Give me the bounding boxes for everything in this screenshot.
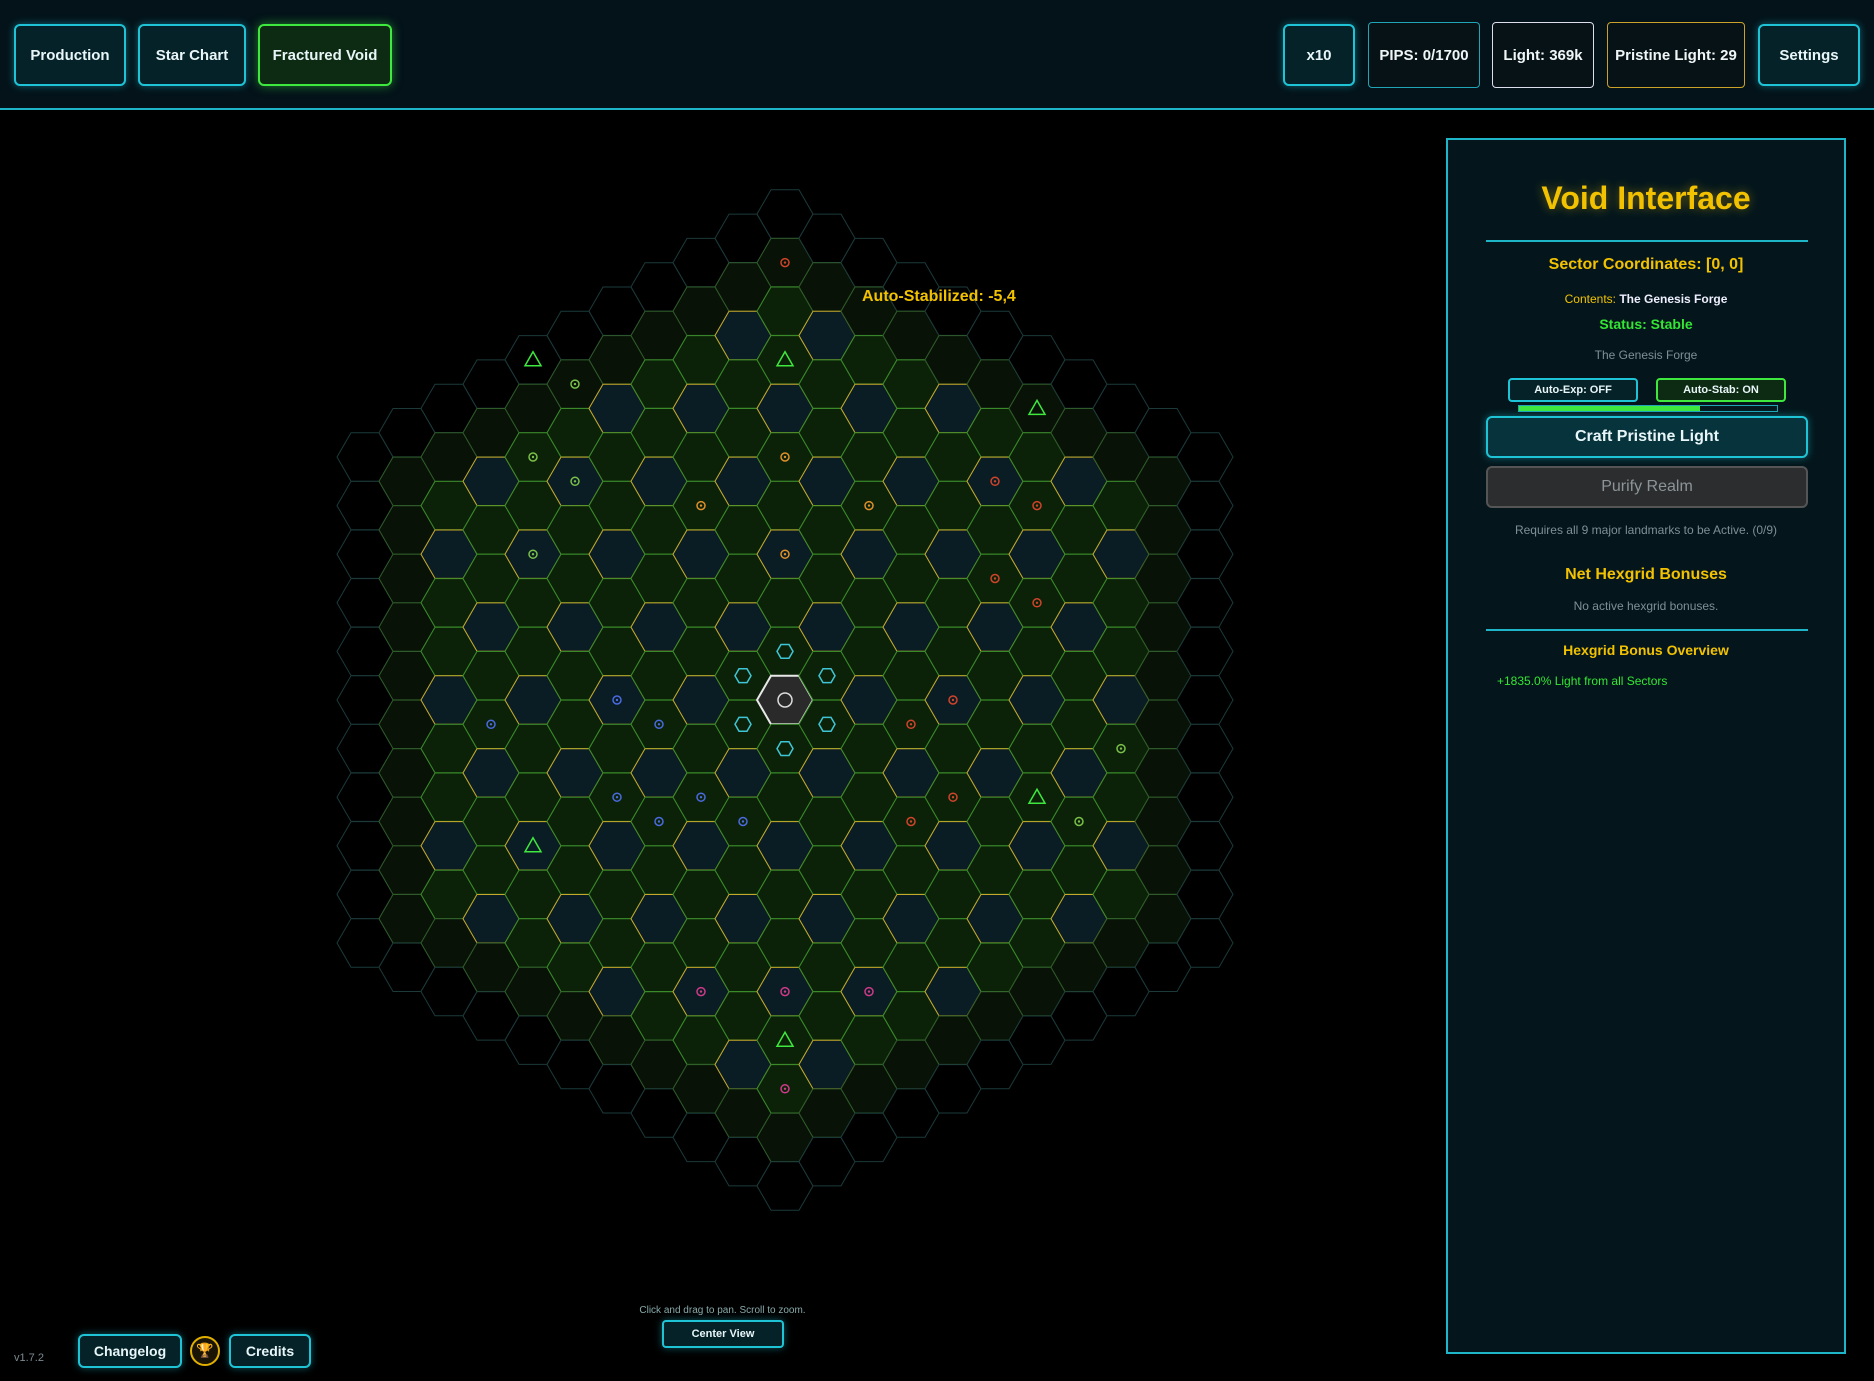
swirl-icon-core xyxy=(573,480,577,483)
swirl-icon-core xyxy=(783,1087,787,1090)
void-map[interactable]: Auto-Stabilized: -5,4 Click and drag to … xyxy=(0,110,1440,1381)
trophy-icon: 🏆 xyxy=(196,1343,214,1359)
purify-realm-button[interactable]: Purify Realm xyxy=(1486,466,1808,508)
swirl-icon-core xyxy=(741,820,745,823)
production-tab[interactable]: Production xyxy=(14,24,126,86)
swirl-icon-core xyxy=(951,796,955,799)
auto-stabilized-tooltip: Auto-Stabilized: -5,4 xyxy=(862,288,1016,305)
swirl-icon-core xyxy=(489,723,493,726)
net-bonuses-title: Net Hexgrid Bonuses xyxy=(1565,566,1727,583)
panel-title: Void Interface xyxy=(1541,180,1751,216)
swirl-icon-core xyxy=(783,553,787,556)
map-hint: Click and drag to pan. Scroll to zoom. xyxy=(639,1305,806,1316)
swirl-icon-core xyxy=(531,455,535,459)
swirl-icon-core xyxy=(1077,820,1081,823)
swirl-icon-core xyxy=(657,820,661,823)
swirl-icon-core xyxy=(993,480,997,483)
net-bonuses-none: No active hexgrid bonuses. xyxy=(1573,599,1719,613)
swirl-icon-core xyxy=(531,553,535,556)
swirl-icon-core xyxy=(657,723,661,726)
swirl-icon-core xyxy=(573,382,577,386)
swirl-icon-core xyxy=(699,504,703,507)
bonus-overview-title: Hexgrid Bonus Overview xyxy=(1563,642,1729,658)
auto-stab-toggle[interactable]: Auto-Stab: ON xyxy=(1656,378,1786,402)
swirl-icon-core xyxy=(1035,504,1039,507)
multiplier-button[interactable]: x10 xyxy=(1283,24,1355,86)
sector-contents: Contents: The Genesis Forge xyxy=(1448,292,1844,306)
sector-coordinates: Sector Coordinates: [0, 0] xyxy=(1548,256,1744,273)
bonus-overview-item: +1835.0% Light from all Sectors xyxy=(1497,674,1668,688)
swirl-icon-core xyxy=(783,455,787,459)
void-interface-panel: Void Interface Sector Coordinates: [0, 0… xyxy=(1446,138,1846,1354)
swirl-icon-core xyxy=(699,990,703,993)
swirl-icon-core xyxy=(951,698,955,702)
purify-requirement: Requires all 9 major landmarks to be Act… xyxy=(1514,523,1778,537)
divider xyxy=(1486,240,1808,242)
star-chart-tab[interactable]: Star Chart xyxy=(138,24,246,86)
swirl-icon-core xyxy=(615,698,619,702)
swirl-icon-core xyxy=(783,990,787,993)
sector-description: The Genesis Forge xyxy=(1594,348,1698,362)
pristine-light-counter: Pristine Light: 29 xyxy=(1607,22,1745,88)
divider xyxy=(1486,629,1808,631)
fractured-void-tab[interactable]: Fractured Void xyxy=(258,24,392,86)
stabilization-progress-fill xyxy=(1519,406,1700,411)
swirl-icon-core xyxy=(1035,601,1039,604)
credits-button[interactable]: Credits xyxy=(229,1334,311,1368)
auto-exp-toggle[interactable]: Auto-Exp: OFF xyxy=(1508,378,1638,402)
contents-label: Contents: xyxy=(1564,292,1616,306)
settings-button[interactable]: Settings xyxy=(1758,24,1860,86)
swirl-icon-core xyxy=(1119,747,1123,750)
light-counter: Light: 369k xyxy=(1492,22,1594,88)
changelog-button[interactable]: Changelog xyxy=(78,1334,182,1368)
center-view-button[interactable]: Center View xyxy=(662,1320,784,1348)
swirl-icon-core xyxy=(909,820,913,823)
swirl-icon-core xyxy=(783,261,787,264)
swirl-icon-core xyxy=(993,577,997,580)
version-label: v1.7.2 xyxy=(14,1352,44,1364)
contents-value: The Genesis Forge xyxy=(1619,292,1728,306)
stabilization-progress-bar xyxy=(1518,405,1778,412)
sector-status: Status: Stable xyxy=(1599,316,1693,332)
swirl-icon-core xyxy=(909,723,913,726)
pips-counter: PIPS: 0/1700 xyxy=(1368,22,1480,88)
swirl-icon-core xyxy=(867,990,871,993)
swirl-icon-core xyxy=(699,796,703,799)
craft-pristine-light-button[interactable]: Craft Pristine Light xyxy=(1486,416,1808,458)
hex-grid[interactable] xyxy=(0,110,1440,1381)
swirl-icon-core xyxy=(867,504,871,507)
trophy-button[interactable]: 🏆 xyxy=(190,1336,220,1366)
swirl-icon-core xyxy=(615,796,619,799)
top-bar: Production Star Chart Fractured Void x10… xyxy=(0,0,1874,110)
